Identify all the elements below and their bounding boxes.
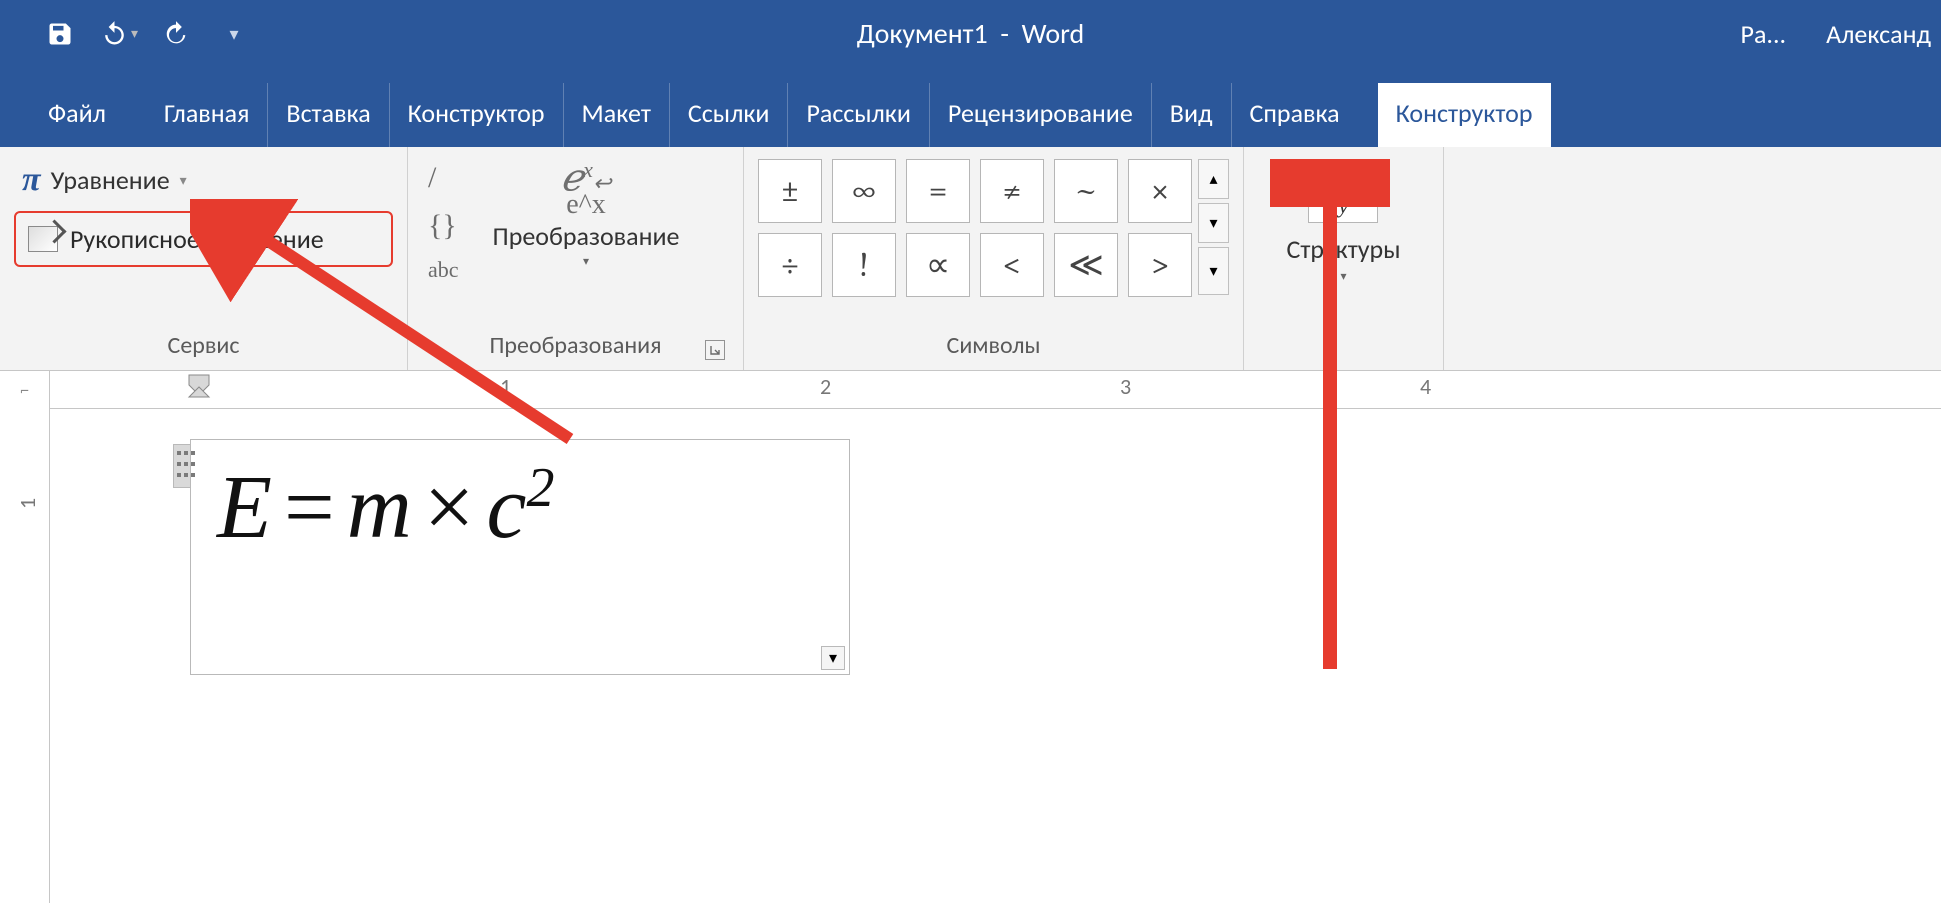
ink-equation-button[interactable]: Рукописное уравнение	[14, 211, 393, 267]
title-bar-right: Ра... Александ	[1741, 18, 1941, 50]
save-button[interactable]	[40, 14, 80, 54]
convert-label: Преобразование ▾	[493, 220, 680, 269]
redo-button[interactable]	[156, 14, 196, 54]
tab-insert[interactable]: Вставка	[268, 83, 389, 147]
symbols-grid: ± ∞ = ≠ ~ × ÷ ! ∝ < ≪ >	[758, 155, 1192, 325]
window-title: Документ1 - Word	[857, 16, 1084, 51]
ribbon-tabs: Файл Главная Вставка Конструктор Макет С…	[0, 67, 1941, 147]
ex-icon-bottom: e^x	[566, 194, 606, 216]
vertical-ruler[interactable]: 1	[0, 409, 50, 903]
qat-customize-button[interactable]: ▾	[214, 14, 254, 54]
tab-design[interactable]: Конструктор	[390, 83, 564, 147]
tab-references[interactable]: Ссылки	[670, 83, 789, 147]
group-symbols-label: Символы	[758, 325, 1229, 370]
group-structures: x y Структуры ▾	[1244, 147, 1444, 370]
symbol-greater-than[interactable]: >	[1128, 233, 1192, 297]
tab-equation-design[interactable]: Конструктор	[1378, 83, 1551, 147]
tab-home[interactable]: Главная	[146, 83, 269, 147]
tab-mailings[interactable]: Рассылки	[788, 83, 929, 147]
tab-help[interactable]: Справка	[1232, 83, 1358, 147]
document-name: Документ1	[857, 16, 988, 51]
document-area: 1 E=m×c2 ▾	[0, 409, 1941, 903]
equation-dropdown[interactable]: π Уравнение ▾	[14, 155, 393, 205]
undo-icon	[98, 20, 131, 48]
group-transformations-label: Преобразования	[422, 325, 729, 370]
tab-layout[interactable]: Макет	[564, 83, 670, 147]
redo-icon	[161, 20, 191, 48]
indent-marker[interactable]	[185, 371, 213, 405]
symbol-infinity[interactable]: ∞	[832, 159, 896, 223]
symbol-divide[interactable]: ÷	[758, 233, 822, 297]
ink-equation-label: Рукописное уравнение	[70, 223, 324, 255]
equation-options-button[interactable]: ▾	[821, 646, 845, 670]
vruler-num-1: 1	[14, 498, 41, 509]
symbol-factorial[interactable]: !	[832, 233, 896, 297]
symbols-scroll-up[interactable]: ▴	[1198, 159, 1229, 199]
symbol-equals[interactable]: =	[906, 159, 970, 223]
group-symbols: ± ∞ = ≠ ~ × ÷ ! ∝ < ≪ > ▴ ▾ ▾ Символы	[744, 147, 1244, 370]
save-icon	[46, 20, 74, 48]
app-name: Word	[1022, 16, 1085, 51]
fraction-icon: x y	[1308, 159, 1378, 223]
symbol-tilde[interactable]: ~	[1054, 159, 1118, 223]
undo-dropdown-caret[interactable]: ▾	[131, 25, 138, 42]
tab-review[interactable]: Рецензирование	[930, 83, 1152, 147]
structures-dropdown[interactable]: x y Структуры ▾	[1286, 159, 1400, 284]
symbols-scroll: ▴ ▾ ▾	[1198, 159, 1229, 325]
abc-text-button[interactable]: abc	[428, 257, 459, 283]
horizontal-ruler[interactable]: 1 2 3 4	[50, 371, 1941, 409]
ruler-area: ⌐ 1 2 3 4	[0, 371, 1941, 409]
group-structures-label-empty	[1341, 325, 1346, 370]
user-name-label: Александ	[1826, 18, 1931, 50]
symbol-proportional[interactable]: ∝	[906, 233, 970, 297]
symbol-much-less[interactable]: ≪	[1054, 233, 1118, 297]
equation-content[interactable]: E=m×c2	[217, 456, 823, 559]
symbol-times[interactable]: ×	[1128, 159, 1192, 223]
group-transformations: / {} abc ℯx↩ e^x Преобразование ▾ Прео	[408, 147, 744, 370]
contextual-tab-group-label: Ра...	[1741, 18, 1787, 50]
ruler-num-4: 4	[1420, 373, 1431, 400]
ruler-corner: ⌐	[0, 371, 50, 409]
group-service-label: Сервис	[14, 325, 393, 370]
title-bar: ▾ ▾ Документ1 - Word Ра... Александ	[0, 0, 1941, 67]
structures-label: Структуры ▾	[1286, 233, 1400, 284]
tab-file[interactable]: Файл	[30, 83, 146, 147]
ruler-num-3: 3	[1120, 373, 1131, 400]
symbol-less-than[interactable]: <	[980, 233, 1044, 297]
symbol-plus-minus[interactable]: ±	[758, 159, 822, 223]
ink-equation-icon	[28, 226, 58, 252]
tab-view[interactable]: Вид	[1152, 83, 1232, 147]
symbols-scroll-down[interactable]: ▾	[1198, 203, 1229, 243]
equation-container[interactable]: E=m×c2 ▾	[190, 439, 850, 675]
ribbon: π Уравнение ▾ Рукописное уравнение Серви…	[0, 147, 1941, 371]
equation-move-handle[interactable]	[173, 444, 191, 488]
transformations-launcher[interactable]	[705, 340, 725, 360]
group-service: π Уравнение ▾ Рукописное уравнение Серви…	[0, 147, 408, 370]
braces-button[interactable]: {}	[428, 209, 459, 243]
symbols-expand[interactable]: ▾	[1198, 247, 1229, 295]
pi-icon: π	[22, 161, 41, 199]
linear-slash-button[interactable]: /	[428, 161, 459, 195]
convert-dropdown[interactable]: ℯx↩ e^x Преобразование ▾	[493, 161, 680, 269]
equation-dropdown-caret: ▾	[180, 172, 187, 189]
ruler-num-1: 1	[500, 373, 511, 400]
page[interactable]: E=m×c2 ▾	[50, 409, 1941, 903]
quick-access-toolbar: ▾ ▾	[0, 14, 254, 54]
ruler-num-2: 2	[820, 373, 831, 400]
equation-label: Уравнение	[51, 164, 170, 196]
undo-button[interactable]: ▾	[98, 14, 138, 54]
symbol-not-equals[interactable]: ≠	[980, 159, 1044, 223]
